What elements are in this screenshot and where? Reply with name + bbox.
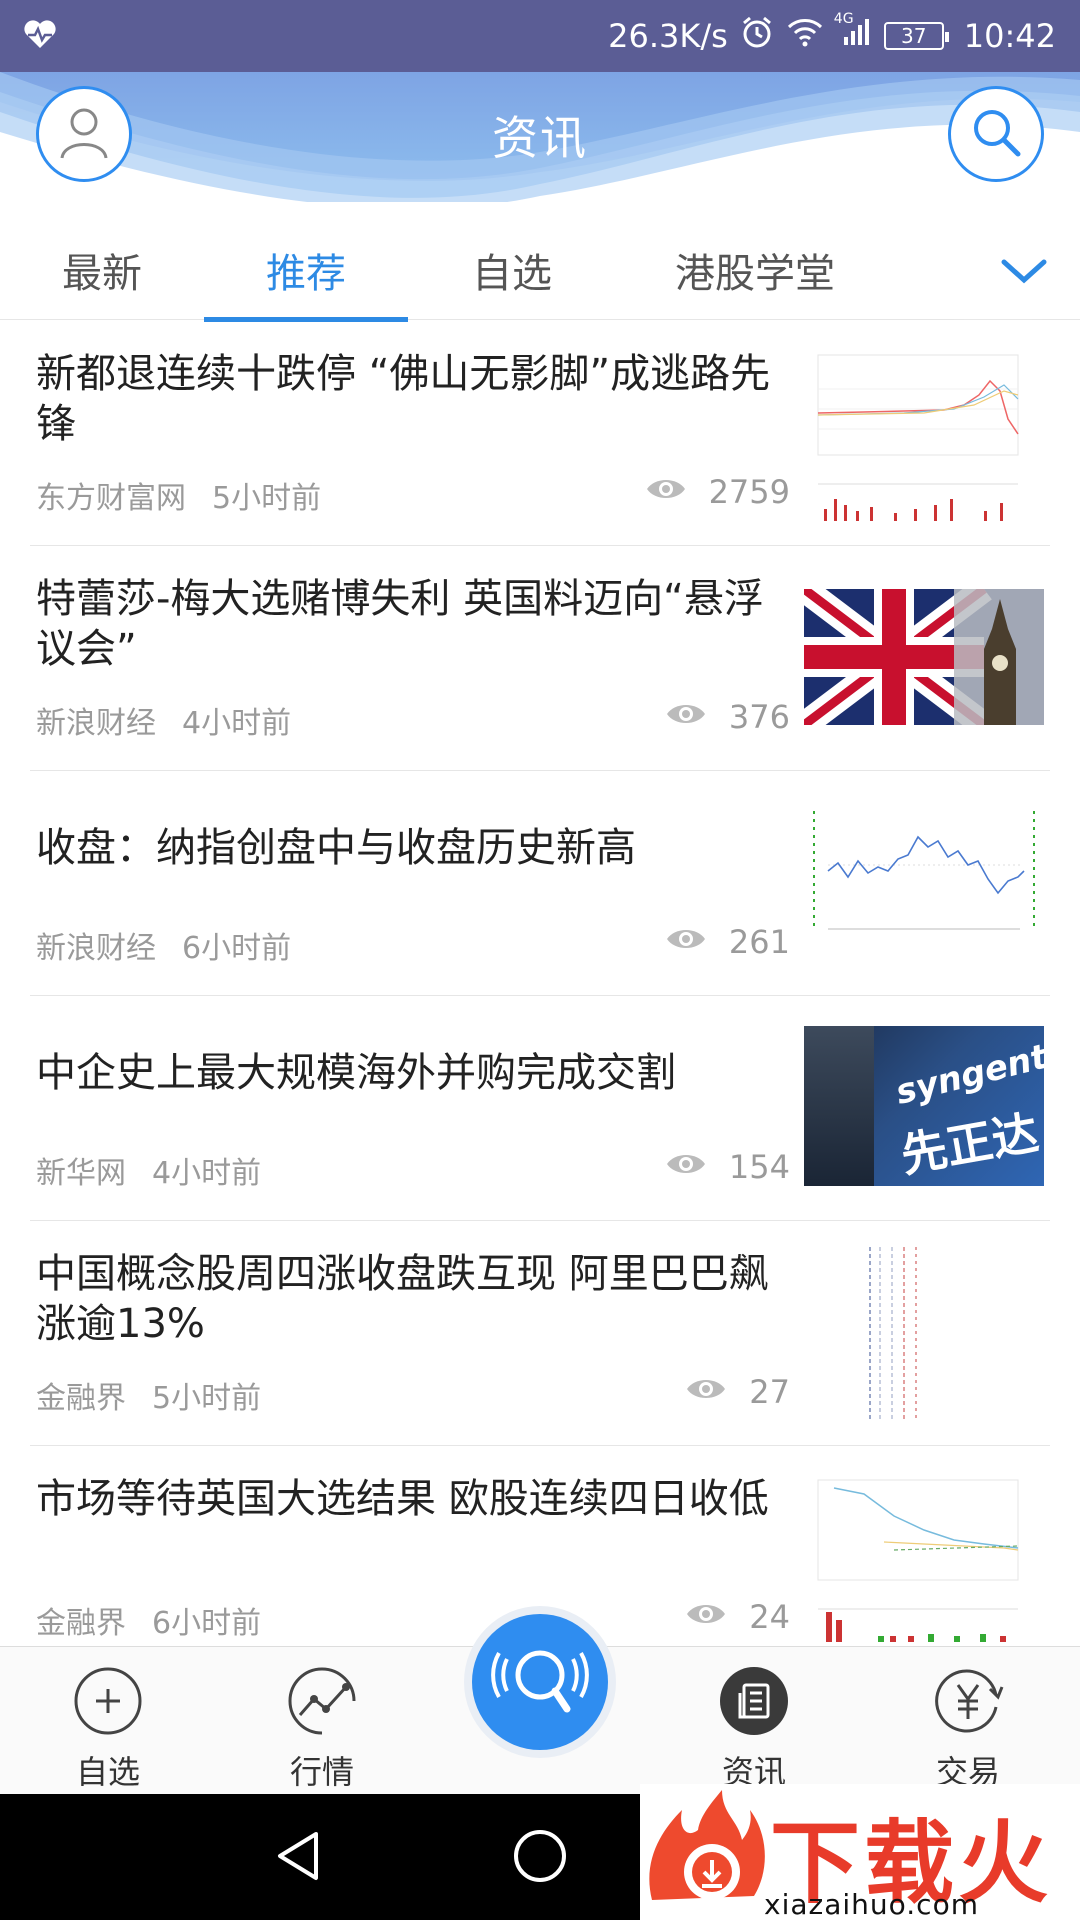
- news-meta: 新浪财经 4小时前: [36, 698, 291, 742]
- tab-label: 自选: [472, 251, 552, 297]
- flame-logo-icon: [642, 1790, 770, 1920]
- search-button[interactable]: [948, 86, 1044, 182]
- news-meta: 金融界 5小时前: [36, 1373, 261, 1417]
- nav-market[interactable]: 行情: [242, 1657, 402, 1791]
- news-thumbnail-stock-table: [804, 1239, 1044, 1429]
- tab-latest[interactable]: 最新: [40, 228, 164, 320]
- news-headline: 市场等待英国大选结果 欧股连续四日收低: [36, 1476, 769, 1522]
- view-count-value: 261: [728, 923, 790, 961]
- wifi-icon: [786, 17, 824, 55]
- news-time: 5小时前: [212, 481, 322, 516]
- more-tabs-button[interactable]: [996, 248, 1052, 296]
- syngenta-logo-cn: 先正达: [896, 1105, 1043, 1183]
- nav-news[interactable]: 资讯: [674, 1657, 834, 1791]
- news-time: 6小时前: [182, 931, 292, 966]
- tab-label: 港股学堂: [675, 251, 835, 297]
- eye-icon: [665, 1148, 707, 1186]
- news-time: 4小时前: [152, 1156, 262, 1191]
- view-count-value: 24: [749, 1598, 790, 1636]
- view-count: 261: [610, 923, 790, 961]
- news-item[interactable]: 特蕾莎-梅大选赌博失利 英国料迈向“悬浮议会” 新浪财经 4小时前 376: [30, 546, 1050, 771]
- news-meta: 金融界 6小时前: [36, 1598, 261, 1642]
- news-source: 金融界: [36, 1381, 126, 1416]
- news-source: 金融界: [36, 1606, 126, 1641]
- news-time: 5小时前: [152, 1381, 262, 1416]
- news-thumbnail-syngenta-sign: syngenta 先正达: [804, 1026, 1044, 1186]
- news-headline: 特蕾莎-梅大选赌博失利 英国料迈向“悬浮议会”: [36, 576, 764, 672]
- eye-icon: [665, 698, 707, 736]
- view-count-value: 2759: [708, 473, 790, 511]
- news-time: 6小时前: [152, 1606, 262, 1641]
- news-item[interactable]: 中国概念股周四涨收盘跌互现 阿里巴巴飙涨逾13% 金融界 5小时前 27: [30, 1221, 1050, 1446]
- clock: 10:42: [963, 17, 1056, 55]
- watermark: 下载火 xiazaihuo.com: [640, 1784, 1080, 1920]
- view-count-value: 376: [728, 698, 790, 736]
- line-chart-icon: [286, 1665, 358, 1737]
- chevron-down-icon: [996, 259, 1052, 300]
- news-headline: 新都退连续十跌停 “佛山无影脚”成逃路先锋: [36, 351, 771, 447]
- news-thumbnail-stock-chart: [804, 339, 1044, 524]
- tab-hk-academy[interactable]: 港股学堂: [660, 228, 850, 320]
- page-title: 资讯: [492, 111, 588, 165]
- news-source: 新浪财经: [36, 706, 156, 741]
- search-icon: [968, 104, 1024, 164]
- eye-icon: [645, 473, 687, 511]
- voice-search-icon: [485, 1625, 595, 1739]
- nav-trade[interactable]: 交易: [888, 1657, 1048, 1791]
- news-item[interactable]: 收盘：纳指创盘中与收盘历史新高 新浪财经 6小时前 261: [30, 771, 1050, 996]
- yen-icon: [932, 1665, 1004, 1737]
- nav-label: 行情: [289, 1753, 354, 1791]
- news-thumbnail-index-chart: [804, 801, 1044, 941]
- news-thumbnail-stock-chart: [804, 1464, 1044, 1646]
- back-icon[interactable]: [272, 1828, 328, 1888]
- watermark-url: xiazaihuo.com: [764, 1888, 979, 1920]
- news-source: 东方财富网: [36, 481, 186, 516]
- news-headline: 中国概念股周四涨收盘跌互现 阿里巴巴飙涨逾13%: [36, 1251, 769, 1347]
- news-meta: 东方财富网 5小时前: [36, 473, 321, 517]
- news-source: 新华网: [36, 1156, 126, 1191]
- news-icon: [718, 1665, 790, 1737]
- view-count: 2759: [610, 473, 790, 511]
- news-thumbnail-uk-flag-big-ben: [804, 589, 1044, 725]
- status-bar: 26.3K/s 4G 37 10:42: [0, 0, 1080, 72]
- tab-label: 最新: [62, 251, 142, 297]
- news-source: 新浪财经: [36, 931, 156, 966]
- nav-label: 自选: [75, 1753, 140, 1791]
- news-headline: 收盘：纳指创盘中与收盘历史新高: [36, 825, 636, 871]
- news-time: 4小时前: [182, 706, 292, 741]
- news-meta: 新华网 4小时前: [36, 1148, 261, 1192]
- battery-icon: 37: [883, 22, 949, 50]
- tab-recommended[interactable]: 推荐: [204, 228, 408, 322]
- tab-watchlist[interactable]: 自选: [450, 228, 574, 320]
- alarm-icon: [740, 15, 774, 57]
- news-headline: 中企史上最大规模海外并购完成交割: [36, 1050, 676, 1096]
- health-heart-icon: [22, 18, 58, 54]
- news-item[interactable]: 新都退连续十跌停 “佛山无影脚”成逃路先锋 东方财富网 5小时前 2759: [30, 321, 1050, 546]
- plus-circle-icon: [72, 1665, 144, 1737]
- news-list: 新都退连续十跌停 “佛山无影脚”成逃路先锋 东方财富网 5小时前 2759 特蕾…: [0, 321, 1080, 1646]
- home-icon[interactable]: [512, 1828, 568, 1888]
- category-tabs: 最新 推荐 自选 港股学堂: [0, 228, 1080, 322]
- news-item[interactable]: 中企史上最大规模海外并购完成交割 新华网 4小时前 154 syngenta 先正…: [30, 996, 1050, 1221]
- view-count: 24: [610, 1598, 790, 1636]
- eye-icon: [685, 1373, 727, 1411]
- view-count: 154: [610, 1148, 790, 1186]
- nav-watchlist[interactable]: 自选: [28, 1657, 188, 1791]
- view-count-value: 154: [728, 1148, 790, 1186]
- eye-icon: [665, 923, 707, 961]
- battery-level: 37: [901, 24, 927, 48]
- view-count: 27: [610, 1373, 790, 1411]
- network-type: 4G: [833, 11, 854, 27]
- eye-icon: [685, 1598, 727, 1636]
- signal-icon: 4G: [834, 11, 872, 55]
- voice-search-button[interactable]: [472, 1614, 608, 1750]
- network-speed: 26.3K/s: [608, 17, 728, 55]
- header-bar: 资讯: [0, 72, 1080, 202]
- news-meta: 新浪财经 6小时前: [36, 923, 291, 967]
- view-count: 376: [610, 698, 790, 736]
- tab-label: 推荐: [266, 251, 346, 297]
- view-count-value: 27: [749, 1373, 790, 1411]
